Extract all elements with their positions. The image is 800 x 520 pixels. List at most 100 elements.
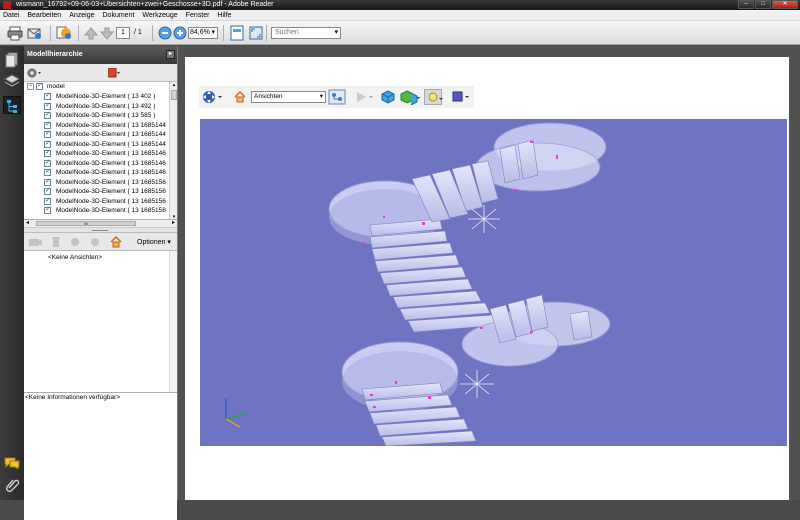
- search-input[interactable]: Suchen ▾: [271, 27, 341, 39]
- page-number-input[interactable]: 1: [116, 27, 130, 39]
- fullscreen-icon[interactable]: [248, 25, 264, 41]
- email-icon[interactable]: [27, 25, 43, 41]
- tree-item-model[interactable]: − model: [27, 82, 169, 92]
- delete-icon[interactable]: [51, 236, 61, 248]
- minimize-button[interactable]: –: [738, 0, 754, 9]
- printer-icon[interactable]: [7, 25, 23, 41]
- lighting-icon[interactable]: [424, 89, 443, 105]
- close-button[interactable]: ✕: [772, 0, 798, 9]
- views-toolbar: Optionen ▾: [24, 233, 177, 251]
- model-tree-icon[interactable]: [3, 96, 21, 114]
- tree-item[interactable]: ModelNode-3D-Element ( 13 492 ): [42, 102, 177, 112]
- tree-item[interactable]: ModelNode-3D-Element ( 13 1685156: [42, 197, 177, 207]
- views-scrollbar[interactable]: [169, 251, 177, 392]
- collaborate-icon[interactable]: [56, 25, 72, 41]
- search-placeholder: Suchen: [275, 29, 299, 36]
- tree-item[interactable]: ModelNode-3D-Element ( 13 1685158: [42, 206, 177, 216]
- comments-icon[interactable]: [3, 454, 21, 472]
- zoom-level-select[interactable]: 84,6% ▾: [188, 27, 218, 39]
- camera-icon[interactable]: [28, 236, 42, 248]
- scroll-up-icon[interactable]: ▴: [171, 82, 177, 88]
- visibility-checkbox[interactable]: [44, 92, 51, 101]
- pages-icon[interactable]: [3, 51, 21, 69]
- menu-datei[interactable]: Datei: [3, 12, 19, 19]
- tree-item-label: ModelNode-3D-Element ( 13 1685156: [56, 197, 166, 205]
- hscroll-thumb[interactable]: III: [36, 221, 136, 226]
- arrow-down-icon[interactable]: [99, 25, 115, 41]
- visibility-checkbox[interactable]: [44, 159, 51, 168]
- menu-anzeige[interactable]: Anzeige: [69, 12, 94, 19]
- tree-item[interactable]: ModelNode-3D-Element ( 13 1685144: [42, 121, 177, 131]
- visibility-checkbox[interactable]: [44, 197, 51, 206]
- paperclip-icon[interactable]: [3, 476, 21, 494]
- zoom-out-icon[interactable]: [157, 25, 173, 41]
- scroll-thumb[interactable]: [171, 90, 177, 100]
- visibility-checkbox[interactable]: [44, 168, 51, 177]
- menu-bar: Datei Bearbeiten Anzeige Dokument Werkze…: [0, 10, 800, 21]
- zoom-in-icon[interactable]: [172, 25, 188, 41]
- menu-dokument[interactable]: Dokument: [103, 12, 135, 19]
- no-views-text: <Keine Ansichten>: [48, 254, 103, 261]
- background-color-button[interactable]: [107, 67, 121, 78]
- visibility-checkbox[interactable]: [44, 206, 51, 215]
- menu-fenster[interactable]: Fenster: [186, 12, 210, 19]
- default-view-icon[interactable]: [233, 89, 251, 105]
- tree-item[interactable]: ModelNode-3D-Element ( 13 1685156: [42, 178, 177, 188]
- fit-page-icon[interactable]: [229, 25, 245, 41]
- scroll-left-icon[interactable]: ◂: [26, 219, 29, 226]
- views-list: <Keine Ansichten>: [24, 251, 177, 393]
- panel-options-button[interactable]: ▸: [166, 50, 175, 59]
- tree-item[interactable]: ModelNode-3D-Element ( 13 585 ): [42, 111, 177, 121]
- tree-vertical-scrollbar[interactable]: ▴ ▾: [169, 82, 177, 219]
- 3d-toolbar: Ansichten ▾: [199, 86, 474, 108]
- tree-item-label: ModelNode-3D-Element ( 13 1685158: [56, 207, 166, 214]
- arrow-up-icon[interactable]: [83, 25, 99, 41]
- menu-werkzeuge[interactable]: Werkzeuge: [142, 12, 177, 19]
- render-mode-icon[interactable]: [399, 89, 420, 106]
- layers-icon[interactable]: [3, 72, 21, 90]
- tree-item[interactable]: ModelNode-3D-Element ( 13 1685144: [42, 140, 177, 150]
- zoom-value: 84,6%: [190, 29, 210, 36]
- tree-item-label: ModelNode-3D-Element ( 13 1685146: [56, 169, 166, 176]
- scroll-right-icon[interactable]: ▸: [172, 219, 175, 226]
- tree-item[interactable]: ModelNode-3D-Element ( 13 402 ): [42, 92, 177, 102]
- rotate-tool-icon[interactable]: [201, 89, 222, 105]
- menu-hilfe[interactable]: Hilfe: [217, 12, 231, 19]
- next-view-icon[interactable]: [90, 237, 100, 247]
- visibility-checkbox[interactable]: [44, 178, 51, 187]
- no-info-text: <Keine Informationen verfügbar>: [25, 394, 121, 401]
- tree-item[interactable]: ModelNode-3D-Element ( 13 1685156: [42, 187, 177, 197]
- 3d-viewport[interactable]: [200, 119, 787, 446]
- tree-item-label: ModelNode-3D-Element ( 13 1685144: [56, 121, 166, 129]
- visibility-checkbox[interactable]: [44, 111, 51, 120]
- menu-bearbeiten[interactable]: Bearbeiten: [27, 12, 61, 19]
- tree-item[interactable]: ModelNode-3D-Element ( 13 1685146: [42, 168, 177, 178]
- tree-item[interactable]: ModelNode-3D-Element ( 13 1685146: [42, 149, 177, 159]
- tree-horizontal-scrollbar[interactable]: ◂ III ▸: [24, 220, 177, 228]
- visibility-checkbox[interactable]: [44, 149, 51, 158]
- model-tree-toggle-icon[interactable]: [328, 89, 346, 105]
- cube-render-icon[interactable]: [379, 89, 397, 105]
- visibility-checkbox[interactable]: [36, 82, 43, 91]
- tree-item[interactable]: ModelNode-3D-Element ( 13 1685144: [42, 130, 177, 140]
- document-area: Ansichten ▾: [178, 46, 800, 500]
- tree-item-label: ModelNode-3D-Element ( 13 1685146: [56, 159, 166, 167]
- model-tree: − model ModelNode-3D-Element ( 13 402 ) …: [24, 82, 177, 220]
- previous-view-icon[interactable]: [70, 237, 80, 247]
- visibility-checkbox[interactable]: [44, 121, 51, 130]
- visibility-checkbox[interactable]: [44, 187, 51, 196]
- collapse-icon[interactable]: −: [27, 83, 34, 90]
- tree-item[interactable]: ModelNode-3D-Element ( 13 1685146: [42, 159, 177, 169]
- visibility-checkbox[interactable]: [44, 140, 51, 149]
- model-hierarchy-panel: Modellhierarchie ▸ − model ModelNode-3D-…: [24, 46, 178, 520]
- views-dropdown[interactable]: Ansichten ▾: [251, 91, 326, 103]
- background-color-icon[interactable]: [451, 89, 469, 105]
- maximize-button[interactable]: □: [755, 0, 771, 9]
- visibility-checkbox[interactable]: [44, 102, 51, 111]
- tree-root-label: model: [47, 83, 65, 90]
- home-icon[interactable]: [110, 235, 122, 248]
- play-animation-icon[interactable]: [353, 89, 373, 105]
- views-options-menu[interactable]: Optionen ▾: [137, 238, 171, 246]
- tree-options-icon[interactable]: [27, 67, 43, 79]
- visibility-checkbox[interactable]: [44, 130, 51, 139]
